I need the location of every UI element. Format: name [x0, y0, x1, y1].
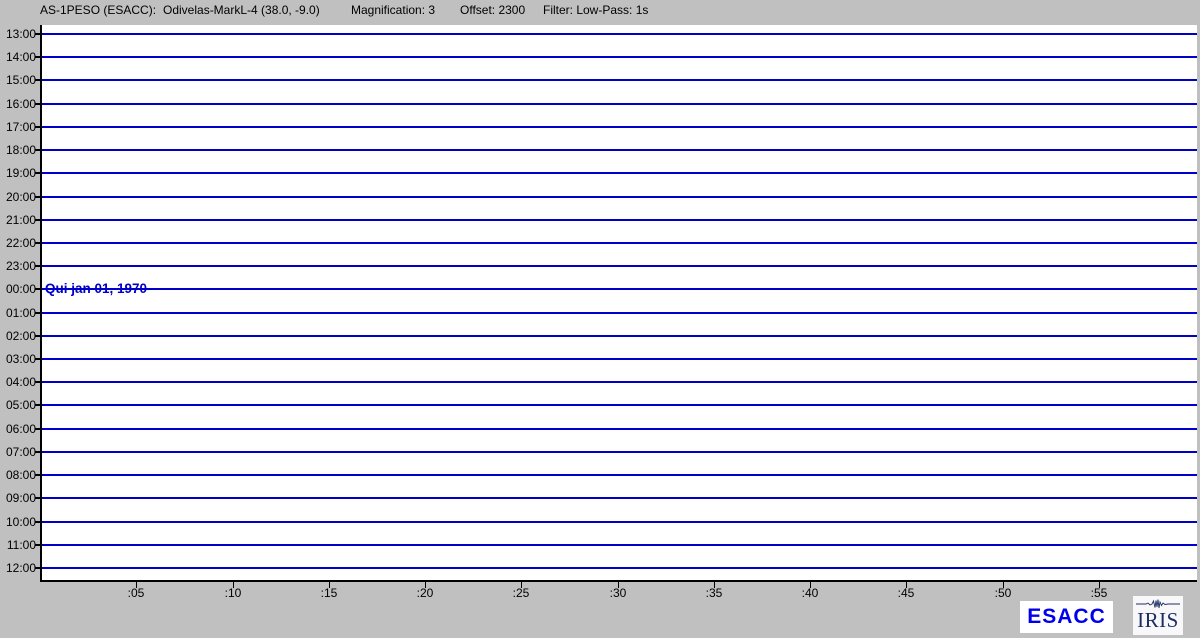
trace-line[interactable]: [42, 474, 1197, 476]
hour-label: 06:00: [0, 422, 36, 436]
hour-label: 22:00: [0, 236, 36, 250]
hour-tick: [35, 335, 41, 337]
hour-label: 20:00: [0, 190, 36, 204]
hour-tick: [35, 219, 41, 221]
minute-label: :20: [407, 587, 443, 599]
trace-line[interactable]: [42, 126, 1197, 128]
hour-tick: [35, 288, 41, 290]
hour-label: 09:00: [0, 491, 36, 505]
minute-label: :25: [503, 587, 539, 599]
hour-label: 16:00: [0, 97, 36, 111]
hour-tick: [35, 474, 41, 476]
station-label: AS-1PESO (ESACC):: [40, 3, 156, 17]
hour-label: 17:00: [0, 120, 36, 134]
hour-label: 21:00: [0, 213, 36, 227]
trace-line[interactable]: [42, 196, 1197, 198]
hour-tick: [35, 56, 41, 58]
filter-label: Filter: Low-Pass: 1s: [543, 3, 648, 17]
minute-label: :15: [311, 587, 347, 599]
iris-logo-text: IRIS: [1137, 609, 1179, 631]
hour-tick: [35, 79, 41, 81]
minute-label: :10: [215, 587, 251, 599]
hour-label: 11:00: [0, 538, 36, 552]
trace-line[interactable]: [42, 567, 1197, 569]
trace-line[interactable]: [42, 497, 1197, 499]
trace-line[interactable]: [42, 149, 1197, 151]
hour-tick: [35, 196, 41, 198]
iris-logo: IRIS: [1133, 596, 1183, 635]
hour-label: 03:00: [0, 352, 36, 366]
minute-label: :40: [792, 587, 828, 599]
trace-line[interactable]: [42, 103, 1197, 105]
hour-label: 07:00: [0, 445, 36, 459]
hour-label: 04:00: [0, 375, 36, 389]
hour-tick: [35, 172, 41, 174]
trace-line[interactable]: [42, 219, 1197, 221]
hour-label: 13:00: [0, 27, 36, 41]
helicorder-plot[interactable]: Qui jan 01, 1970: [40, 25, 1197, 582]
trace-line[interactable]: [42, 381, 1197, 383]
hour-tick: [35, 126, 41, 128]
hour-tick: [35, 149, 41, 151]
trace-line[interactable]: [42, 79, 1197, 81]
hour-label: 10:00: [0, 515, 36, 529]
hour-label: 00:00: [0, 282, 36, 296]
trace-line[interactable]: [42, 288, 1197, 290]
hour-label: 02:00: [0, 329, 36, 343]
trace-line[interactable]: [42, 544, 1197, 546]
hour-tick: [35, 428, 41, 430]
hour-tick: [35, 242, 41, 244]
hour-label: 14:00: [0, 50, 36, 64]
minute-label: :45: [888, 587, 924, 599]
hour-label: 19:00: [0, 166, 36, 180]
instrument-label: Odivelas-MarkL-4 (38.0, -9.0): [163, 3, 320, 17]
esacc-logo-text: ESACC: [1027, 605, 1106, 629]
minute-label: :35: [696, 587, 732, 599]
offset-label: Offset: 2300: [460, 3, 525, 17]
hour-tick: [35, 265, 41, 267]
trace-line[interactable]: [42, 242, 1197, 244]
hour-label: 15:00: [0, 73, 36, 87]
hour-label: 12:00: [0, 561, 36, 575]
header-bar: AS-1PESO (ESACC): Odivelas-MarkL-4 (38.0…: [0, 0, 1200, 22]
hour-tick: [35, 451, 41, 453]
minute-label: :30: [600, 587, 636, 599]
hour-label: 05:00: [0, 398, 36, 412]
hour-tick: [35, 33, 41, 35]
minute-label: :05: [118, 587, 154, 599]
hour-label: 08:00: [0, 468, 36, 482]
trace-line[interactable]: [42, 335, 1197, 337]
trace-line[interactable]: [42, 56, 1197, 58]
hour-tick: [35, 497, 41, 499]
trace-line[interactable]: [42, 33, 1197, 35]
trace-line[interactable]: [42, 312, 1197, 314]
hour-tick: [35, 544, 41, 546]
trace-line[interactable]: [42, 172, 1197, 174]
trace-line[interactable]: [42, 265, 1197, 267]
trace-line[interactable]: [42, 521, 1197, 523]
trace-line[interactable]: [42, 428, 1197, 430]
amaseis-window: AS-1PESO (ESACC): Odivelas-MarkL-4 (38.0…: [0, 0, 1200, 638]
minute-label: :50: [985, 587, 1021, 599]
hour-tick: [35, 358, 41, 360]
trace-line[interactable]: [42, 358, 1197, 360]
magnification-label: Magnification: 3: [351, 3, 435, 17]
esacc-logo: ESACC: [1020, 601, 1113, 633]
hour-tick: [35, 381, 41, 383]
hour-label: 18:00: [0, 143, 36, 157]
hour-label: 23:00: [0, 259, 36, 273]
trace-line[interactable]: [42, 451, 1197, 453]
minute-label: :55: [1081, 587, 1117, 599]
hour-tick: [35, 567, 41, 569]
hour-tick: [35, 312, 41, 314]
hour-tick: [35, 404, 41, 406]
trace-line[interactable]: [42, 404, 1197, 406]
hour-tick: [35, 103, 41, 105]
hour-tick: [35, 521, 41, 523]
hour-label: 01:00: [0, 306, 36, 320]
